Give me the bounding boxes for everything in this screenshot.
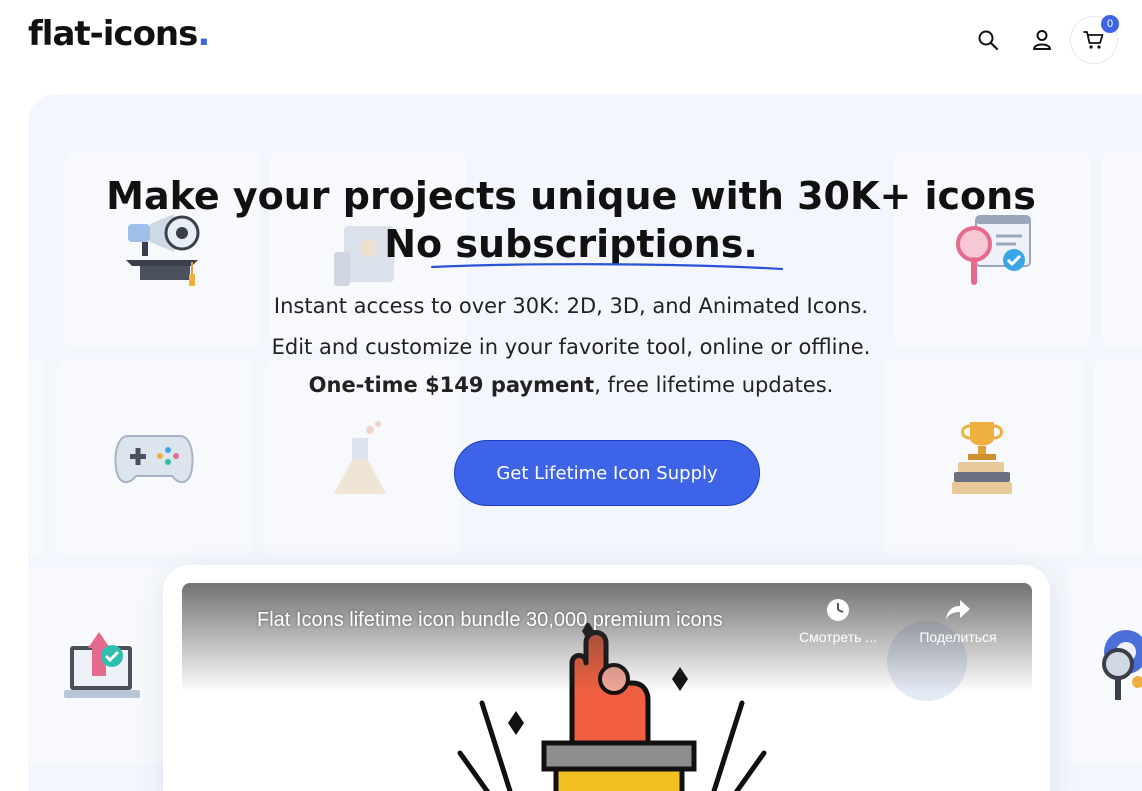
hero-subtitle-2: Edit and customize in your favorite tool… [271,335,871,359]
flask-icon [334,421,386,494]
price-note: , free lifetime updates. [594,373,834,397]
share-arrow-icon [946,600,970,620]
watch-later-button[interactable]: Смотреть ... [783,597,893,645]
logo-dot: . [197,14,210,54]
laptop-upload-icon [64,632,140,698]
watch-later-label: Смотреть ... [799,629,877,645]
hero-title: Make your projects unique with 30K+ icon… [0,172,1142,268]
logo[interactable]: flat-icons. [28,14,210,54]
share-button[interactable]: Поделиться [903,597,1013,645]
cart-count-badge: 0 [1101,15,1119,33]
logo-text: flat-icons [28,14,198,54]
clock-icon [827,599,849,621]
share-label: Поделиться [919,629,997,645]
hero-subtitle-1: Instant access to over 30K: 2D, 3D, and … [273,294,869,318]
user-icon [1033,30,1051,50]
hero-subtitle-3: One-time $149 payment, free lifetime upd… [0,373,1142,397]
gear-search-icon [1102,630,1142,700]
video-title[interactable]: Flat Icons lifetime icon bundle 30,000 p… [257,609,723,632]
search-icon [978,30,999,51]
gamepad-icon [114,435,194,484]
title-underline [430,263,784,271]
video-player[interactable]: Flat Icons lifetime icon bundle 30,000 p… [182,583,1032,791]
get-lifetime-supply-button[interactable]: Get Lifetime Icon Supply [454,440,760,506]
cart-icon [1083,31,1104,49]
trophy-books-icon [952,422,1012,494]
page: flat-icons. 0 Make your projects unique … [0,0,1142,791]
price-highlight: One-time $149 payment [308,373,595,397]
hero-title-line1: Make your projects unique with 30K+ icon… [106,174,1036,218]
account-button[interactable] [1026,24,1058,56]
search-button[interactable] [972,24,1004,56]
